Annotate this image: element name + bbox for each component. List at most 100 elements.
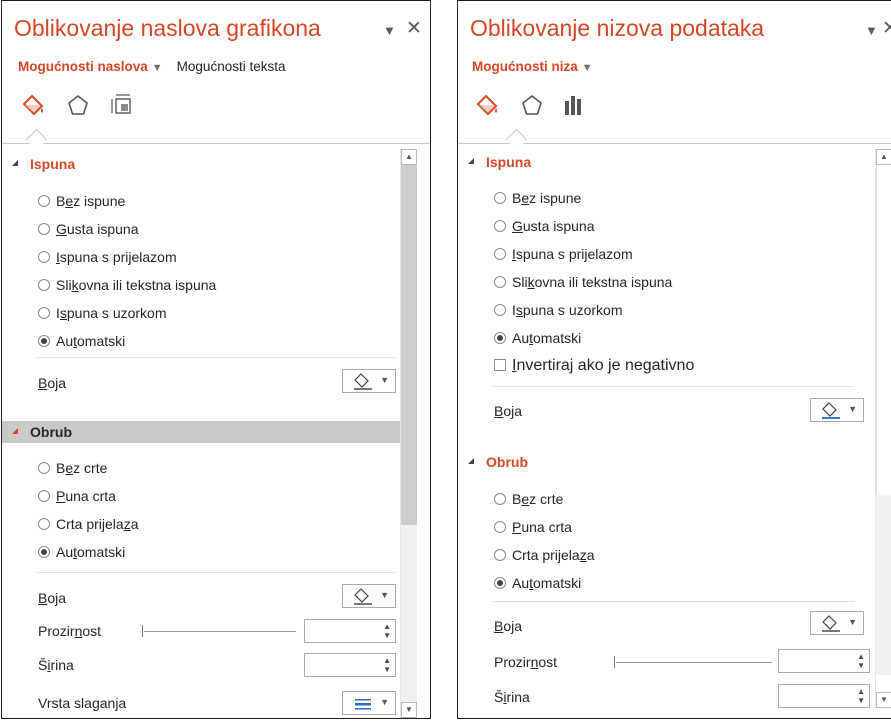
pane-options-caret[interactable]: ▼ xyxy=(383,23,396,38)
chevron-down-icon[interactable]: ▼ xyxy=(582,62,593,74)
radio-button[interactable] xyxy=(38,546,50,559)
scroll-track[interactable] xyxy=(876,495,891,675)
accel-key: e xyxy=(65,193,74,209)
radio-button[interactable] xyxy=(38,279,50,292)
compound-type-dropdown[interactable]: ▼ xyxy=(342,691,396,715)
accel-key: B xyxy=(38,590,48,606)
scrollbar[interactable]: ▲ ▼ xyxy=(400,149,418,718)
scroll-thumb[interactable] xyxy=(876,165,891,495)
label-text: rina xyxy=(50,657,74,673)
radio-button[interactable] xyxy=(494,577,506,590)
radio-option[interactable]: Ispuna s uzorkom xyxy=(38,303,167,323)
spin-arrows-icon[interactable]: ▲ ▼ xyxy=(857,687,865,705)
radio-option[interactable]: Bez ispune xyxy=(494,188,581,208)
transparency-slider[interactable] xyxy=(614,656,772,668)
radio-button[interactable] xyxy=(494,332,506,345)
option-label: omatski xyxy=(533,575,582,591)
radio-option[interactable]: Bez crte xyxy=(494,489,563,509)
tab-title-options[interactable]: Mogućnosti naslova xyxy=(18,59,148,74)
radio-button[interactable] xyxy=(494,192,506,205)
pane-options-caret[interactable]: ▼ xyxy=(865,23,878,38)
spin-arrows-icon[interactable]: ▲ ▼ xyxy=(383,656,391,674)
radio-option[interactable]: Puna crta xyxy=(494,517,572,537)
scroll-thumb[interactable] xyxy=(401,165,417,525)
radio-button[interactable] xyxy=(38,462,50,475)
radio-option[interactable]: Ispuna s prijelazom xyxy=(38,247,177,267)
close-icon[interactable]: ✕ xyxy=(882,17,891,40)
invert-if-negative-checkbox[interactable]: Invertiraj ako je negativno xyxy=(494,356,694,376)
radio-option[interactable]: Crta prijelaza xyxy=(38,514,139,534)
fill-line-icon[interactable] xyxy=(476,93,500,117)
scrollbar[interactable]: ▲ ▼ xyxy=(875,149,891,709)
close-icon[interactable]: ✕ xyxy=(406,17,422,40)
radio-button[interactable] xyxy=(38,518,50,531)
option-label: z crte xyxy=(529,491,564,507)
scroll-up-button[interactable]: ▲ xyxy=(401,149,417,165)
scroll-down-button[interactable]: ▼ xyxy=(401,702,417,718)
bar-chart-icon[interactable] xyxy=(562,93,586,117)
option-label: usta ispuna xyxy=(66,221,139,237)
radio-option[interactable]: Automatski xyxy=(494,328,581,348)
slider-thumb[interactable] xyxy=(614,656,615,668)
width-spinner[interactable]: ▲ ▼ xyxy=(304,653,396,677)
border-color-picker[interactable]: ▼ xyxy=(342,584,396,608)
radio-button[interactable] xyxy=(38,223,50,236)
radio-button[interactable] xyxy=(38,251,50,264)
section-fill-header[interactable]: Ispuna xyxy=(468,151,531,173)
option-label: omatski xyxy=(533,330,582,346)
radio-option[interactable]: Slikovna ili tekstna ispuna xyxy=(38,275,216,295)
radio-button[interactable] xyxy=(38,490,50,503)
fill-color-picker[interactable]: ▼ xyxy=(342,369,396,393)
radio-button[interactable] xyxy=(38,195,50,208)
option-label: Au xyxy=(56,544,74,560)
section-border-header[interactable]: Obrub xyxy=(468,451,528,473)
size-properties-icon[interactable] xyxy=(110,93,134,117)
transparency-spinner[interactable]: ▲ ▼ xyxy=(778,649,870,673)
radio-button[interactable] xyxy=(38,307,50,320)
chevron-down-icon[interactable]: ▼ xyxy=(152,62,163,74)
radio-option[interactable]: Gusta ispuna xyxy=(494,216,595,236)
radio-button[interactable] xyxy=(494,493,506,506)
effects-icon[interactable] xyxy=(66,93,90,117)
pane-title: Oblikovanje nizova podataka xyxy=(470,15,765,41)
radio-button[interactable] xyxy=(494,549,506,562)
scroll-track[interactable] xyxy=(401,525,417,703)
slider-track xyxy=(616,662,772,663)
fill-color-label: Boja xyxy=(494,401,522,421)
radio-option[interactable]: Bez crte xyxy=(38,458,107,478)
section-border-header[interactable]: Obrub xyxy=(2,421,400,443)
radio-button[interactable] xyxy=(494,276,506,289)
radio-option[interactable]: Slikovna ili tekstna ispuna xyxy=(494,272,672,292)
scroll-up-button[interactable]: ▲ xyxy=(876,149,891,165)
width-spinner[interactable]: ▲ ▼ xyxy=(778,684,870,708)
radio-option[interactable]: Bez ispune xyxy=(38,191,125,211)
radio-option[interactable]: Ispuna s uzorkom xyxy=(494,300,623,320)
radio-button[interactable] xyxy=(494,248,506,261)
radio-option[interactable]: Ispuna s prijelazom xyxy=(494,244,633,264)
radio-option[interactable]: Puna crta xyxy=(38,486,116,506)
tab-series-options[interactable]: Mogućnosti niza xyxy=(472,59,578,74)
radio-button[interactable] xyxy=(38,335,50,348)
radio-button[interactable] xyxy=(494,304,506,317)
border-color-picker[interactable]: ▼ xyxy=(810,611,864,635)
radio-option[interactable]: Crta prijelaza xyxy=(494,545,595,565)
fill-line-icon[interactable] xyxy=(22,93,46,117)
radio-option[interactable]: Gusta ispuna xyxy=(38,219,139,239)
radio-option[interactable]: Automatski xyxy=(494,573,581,593)
section-fill-header[interactable]: Ispuna xyxy=(12,153,75,175)
spin-arrows-icon[interactable]: ▲ ▼ xyxy=(857,652,865,670)
radio-option[interactable]: Automatski xyxy=(38,542,125,562)
collapse-triangle-icon xyxy=(12,160,18,167)
slider-thumb[interactable] xyxy=(142,625,143,637)
transparency-spinner[interactable]: ▲ ▼ xyxy=(304,619,396,643)
transparency-slider[interactable] xyxy=(142,625,296,637)
radio-button[interactable] xyxy=(494,521,506,534)
radio-option[interactable]: Automatski xyxy=(38,331,125,351)
spin-arrows-icon[interactable]: ▲ ▼ xyxy=(383,622,391,640)
checkbox-box[interactable] xyxy=(494,358,506,371)
effects-icon[interactable] xyxy=(520,93,544,117)
fill-color-picker[interactable]: ▼ xyxy=(810,398,864,422)
radio-button[interactable] xyxy=(494,220,506,233)
tab-text-options[interactable]: Mogućnosti teksta xyxy=(177,59,286,74)
scroll-down-button[interactable]: ▼ xyxy=(876,692,891,708)
